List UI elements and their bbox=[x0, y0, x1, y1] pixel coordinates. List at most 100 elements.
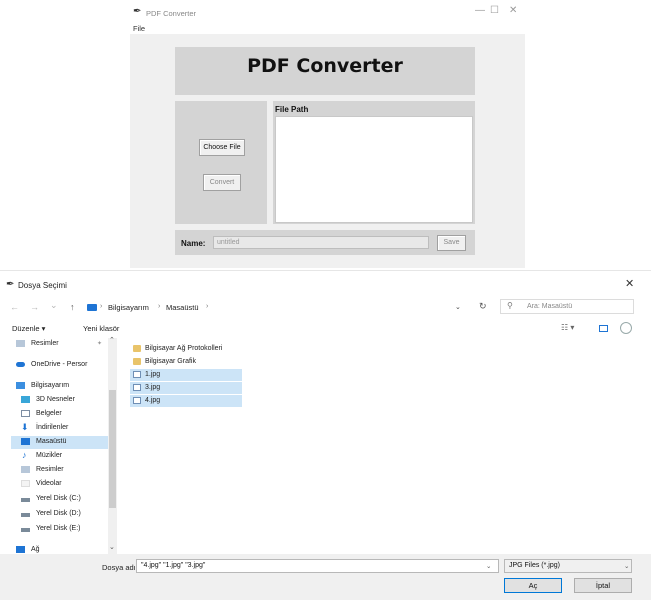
folder-icon bbox=[133, 358, 141, 365]
file-dialog: ✒ Dosya Seçimi ✕ ← → ⌄ ↑ › Bilgisayarım … bbox=[0, 270, 651, 600]
pdf-converter-window: ✒ PDF Converter — ☐ ✕ File PDF Converter… bbox=[130, 0, 525, 268]
computer-icon bbox=[16, 382, 25, 389]
open-button[interactable]: Aç bbox=[504, 578, 562, 593]
window-title: PDF Converter bbox=[146, 9, 197, 18]
help-icon[interactable] bbox=[620, 322, 632, 334]
pictures-icon bbox=[16, 340, 25, 347]
sidebar-item-label: Bilgisayarım bbox=[31, 382, 70, 389]
list-item[interactable]: 3.jpg bbox=[130, 382, 242, 394]
app-heading: PDF Converter bbox=[247, 55, 403, 77]
sidebar-item-resimler[interactable]: Resimler bbox=[11, 464, 111, 477]
sidebar-item-label: Yerel Disk (E:) bbox=[36, 525, 81, 532]
filetype-value: JPG Files (*.jpg) bbox=[509, 562, 560, 569]
up-arrow-icon[interactable]: ↑ bbox=[70, 302, 75, 312]
chevron-down-icon: ⌄ bbox=[624, 563, 630, 570]
recent-dropdown-icon[interactable]: ⌄ bbox=[50, 300, 58, 311]
menu-bar: File bbox=[130, 22, 525, 34]
sidebar-item-label: Ağ bbox=[31, 546, 40, 553]
breadcrumb-item[interactable]: Masaüstü bbox=[166, 303, 199, 312]
list-item[interactable]: Bilgisayar Ağ Protokolleri bbox=[130, 343, 242, 355]
maximize-button[interactable]: ☐ bbox=[490, 5, 499, 16]
minimize-button[interactable]: — bbox=[475, 5, 485, 16]
sidebar-item-3d-nesneler[interactable]: 3D Nesneler bbox=[11, 394, 111, 407]
network-icon bbox=[16, 546, 25, 553]
sidebar-item-disk-d[interactable]: Yerel Disk (D:) bbox=[11, 508, 111, 521]
navigation-pane: Resimler ✦ OneDrive - Persor Bilgisayarı… bbox=[11, 338, 119, 558]
breadcrumb-separator: › bbox=[100, 303, 103, 310]
address-dropdown-icon[interactable]: ⌄ bbox=[455, 303, 461, 311]
scroll-down-icon[interactable]: ⌄ bbox=[109, 543, 115, 551]
organize-button[interactable]: Düzenle ▾ bbox=[12, 324, 45, 333]
chevron-down-icon[interactable]: ⌄ bbox=[486, 562, 491, 570]
filename-input[interactable]: "4.jpg" "1.jpg" "3.jpg" bbox=[136, 559, 499, 573]
new-folder-button[interactable]: Yeni klasör bbox=[83, 324, 119, 333]
sidebar-item-masaustu[interactable]: Masaüstü bbox=[11, 436, 111, 449]
drive-icon bbox=[21, 528, 30, 532]
computer-icon bbox=[87, 304, 97, 311]
file-path-panel: File Path bbox=[273, 101, 475, 224]
cancel-button[interactable]: İptal bbox=[574, 578, 632, 593]
menu-file[interactable]: File bbox=[133, 24, 145, 33]
breadcrumb-separator: › bbox=[206, 303, 209, 310]
folder-icon bbox=[133, 345, 141, 352]
sidebar-item-label: Resimler bbox=[31, 340, 59, 347]
sidebar-item-videolar[interactable]: Videolar bbox=[11, 478, 111, 491]
back-arrow-icon[interactable]: ← bbox=[10, 302, 19, 312]
breadcrumb-separator: › bbox=[158, 303, 161, 310]
close-button[interactable]: ✕ bbox=[509, 5, 517, 16]
sidebar-item-bilgisayarim[interactable]: Bilgisayarım bbox=[11, 380, 111, 393]
filename-label: Dosya adı: bbox=[102, 563, 138, 572]
file-name: Bilgisayar Ağ Protokolleri bbox=[145, 345, 223, 352]
sidebar-item-muzikler[interactable]: ♪ Müzikler bbox=[11, 450, 111, 463]
name-input[interactable]: untitled bbox=[213, 236, 429, 249]
file-path-label: File Path bbox=[275, 105, 309, 114]
choose-file-button[interactable]: Choose File bbox=[199, 139, 245, 156]
sidebar-item-label: Yerel Disk (D:) bbox=[36, 510, 81, 517]
image-file-icon bbox=[133, 397, 141, 404]
dialog-close-button[interactable]: ✕ bbox=[625, 277, 634, 290]
download-icon: ⬇ bbox=[21, 422, 29, 432]
cloud-icon bbox=[16, 362, 25, 367]
drive-icon bbox=[21, 513, 30, 517]
preview-pane-icon[interactable] bbox=[599, 325, 608, 332]
scroll-up-icon[interactable]: ⌃ bbox=[109, 336, 115, 344]
video-icon bbox=[21, 480, 30, 487]
search-input[interactable]: ⚲ Ara: Masaüstü bbox=[500, 299, 634, 314]
address-row: ← → ⌄ ↑ › Bilgisayarım › Masaüstü › ⌄ ↻ … bbox=[0, 296, 651, 318]
desktop-icon bbox=[21, 438, 30, 445]
feather-icon: ✒ bbox=[6, 279, 15, 290]
document-icon bbox=[21, 410, 30, 417]
convert-button[interactable]: Convert bbox=[203, 174, 241, 191]
pin-icon: ✦ bbox=[97, 341, 103, 347]
drive-icon bbox=[21, 498, 30, 502]
sidebar-item-label: Resimler bbox=[36, 466, 64, 473]
sidebar-item-belgeler[interactable]: Belgeler bbox=[11, 408, 111, 421]
list-item[interactable]: Bilgisayar Grafik bbox=[130, 356, 242, 368]
file-name: 3.jpg bbox=[145, 384, 161, 391]
list-item[interactable]: 1.jpg bbox=[130, 369, 242, 381]
file-name: 1.jpg bbox=[145, 371, 161, 378]
file-path-textarea[interactable] bbox=[275, 116, 473, 223]
sidebar-item-disk-e[interactable]: Yerel Disk (E:) bbox=[11, 523, 111, 536]
navigation-scrollbar[interactable]: ⌃ ⌄ bbox=[108, 336, 117, 556]
refresh-icon[interactable]: ↻ bbox=[479, 301, 487, 312]
sidebar-item-indirilenler[interactable]: ⬇ İndirilenler bbox=[11, 422, 111, 435]
sidebar-item-disk-c[interactable]: Yerel Disk (C:) bbox=[11, 493, 111, 506]
sidebar-item-label: Videolar bbox=[36, 480, 62, 487]
forward-arrow-icon[interactable]: → bbox=[30, 302, 39, 312]
sidebar-item-label: Belgeler bbox=[36, 410, 62, 417]
sidebar-item-label: Masaüstü bbox=[36, 438, 67, 445]
view-options-button[interactable]: ☷ ▾ bbox=[561, 323, 574, 332]
name-label: Name: bbox=[181, 239, 206, 248]
save-button[interactable]: Save bbox=[437, 235, 466, 251]
dialog-footer: Dosya adı: "4.jpg" "1.jpg" "3.jpg" ⌄ JPG… bbox=[0, 554, 651, 600]
scrollbar-thumb[interactable] bbox=[109, 390, 116, 508]
sidebar-item-onedrive[interactable]: OneDrive - Persor bbox=[11, 359, 111, 372]
filetype-select[interactable]: JPG Files (*.jpg) ⌄ bbox=[504, 559, 632, 573]
breadcrumb-item[interactable]: Bilgisayarım bbox=[108, 303, 149, 312]
sidebar-item-label: OneDrive - Persor bbox=[31, 361, 88, 368]
sidebar-item-label: Müzikler bbox=[36, 452, 63, 459]
list-item[interactable]: 4.jpg bbox=[130, 395, 242, 407]
sidebar-item-resimler-pinned[interactable]: Resimler ✦ bbox=[11, 338, 111, 351]
pictures-icon bbox=[21, 466, 30, 473]
